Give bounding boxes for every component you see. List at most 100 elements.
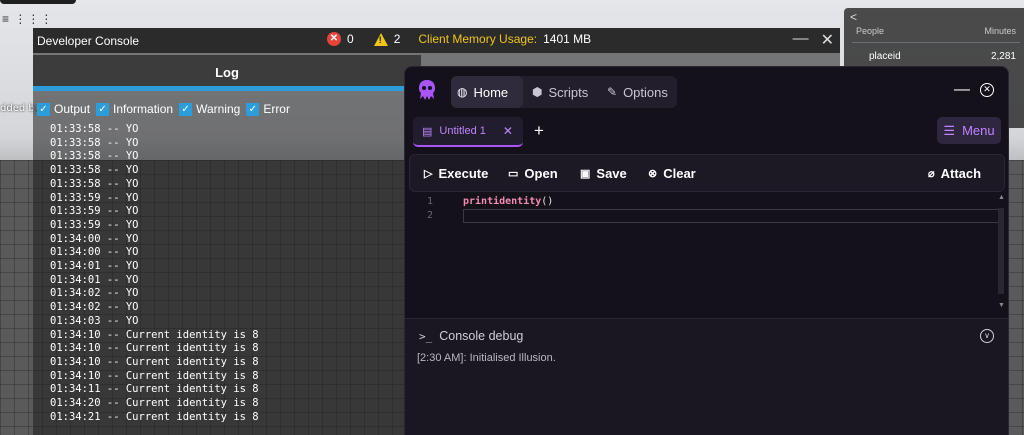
- dev-console-title: Developer Console: [37, 34, 140, 48]
- clear-button[interactable]: ⊗ Clear: [648, 155, 696, 191]
- log-line: 01:34:21 -- Current identity is 8: [50, 410, 259, 423]
- folder-icon: ▭: [508, 167, 519, 180]
- checkbox-checked-icon[interactable]: ✓: [246, 102, 260, 116]
- execute-label: Execute: [438, 165, 489, 181]
- tab-untitled-1[interactable]: ▤ Untitled 1 ✕: [413, 117, 523, 147]
- save-button[interactable]: ▣ Save: [580, 155, 627, 191]
- executor-toolbar: ▷ Execute ▭ Open ▣ Save ⊗ Clear ⌀ Attach: [409, 154, 1005, 192]
- terminal-icon: >_: [419, 329, 433, 343]
- log-line: 01:33:59 -- YO: [50, 191, 139, 204]
- player-list-header-minutes: Minutes: [984, 26, 1016, 36]
- editor-scrollbar[interactable]: ▲ ▼: [997, 194, 1005, 312]
- filter-label: Output: [54, 102, 91, 116]
- log-line: 01:34:10 -- Current identity is 8: [50, 369, 259, 382]
- line-number: 1: [427, 196, 434, 207]
- scrollbar-thumb[interactable]: [998, 208, 1004, 294]
- log-line: 01:33:58 -- YO: [50, 164, 139, 177]
- globe-icon: ◍: [457, 85, 468, 99]
- player-list-collapse-icon[interactable]: <: [850, 10, 857, 24]
- play-icon: ▷: [424, 167, 433, 180]
- log-line: 01:33:58 -- YO: [50, 177, 139, 190]
- current-line-highlight: [463, 209, 999, 223]
- log-output[interactable]: 01:33:58 -- YO 01:33:58 -- YO 01:33:58 -- …: [50, 123, 259, 424]
- line-numbers: 1 2: [427, 195, 433, 223]
- log-line: 01:34:20 -- Current identity is 8: [50, 397, 259, 410]
- log-line: 01:33:59 -- YO: [50, 205, 139, 218]
- executor-nav: ◍ Home ⬢ Scripts ✎ Options: [451, 76, 677, 108]
- execute-button[interactable]: ▷ Execute: [424, 155, 488, 191]
- save-label: Save: [596, 165, 627, 181]
- cube-icon: ⬢: [532, 85, 543, 99]
- code-editor[interactable]: 1 2 printidentity() ▲ ▼: [409, 194, 1005, 314]
- roblox-top-menu[interactable]: ≡ ⋮⋮⋮: [2, 12, 53, 26]
- save-icon: ▣: [580, 167, 591, 180]
- code-content[interactable]: printidentity(): [463, 195, 553, 209]
- filter-output[interactable]: ✓ Output: [37, 102, 90, 116]
- filter-label: Information: [113, 102, 174, 116]
- error-icon: ✕: [327, 32, 341, 46]
- attach-button[interactable]: ⌀ Attach: [928, 155, 981, 191]
- nav-home[interactable]: ◍ Home: [451, 76, 523, 108]
- chevron-down-icon[interactable]: ∨: [980, 329, 994, 343]
- log-line: 01:34:10 -- Current identity is 8: [50, 328, 259, 341]
- player-row[interactable]: placeid 2,281: [869, 51, 1016, 62]
- log-line: 01:34:00 -- YO: [50, 246, 139, 259]
- tab-log-underline: [33, 86, 421, 91]
- nav-scripts[interactable]: ⬢ Scripts: [526, 76, 594, 108]
- player-list-header: People Minutes: [856, 26, 1016, 36]
- checkbox-checked-icon[interactable]: ✓: [179, 102, 193, 116]
- executor-window-controls: — ✕: [954, 81, 994, 99]
- log-line: 01:34:01 -- YO: [50, 260, 139, 273]
- log-filters: ✓ Output ✓ Information ✓ Warning ✓ Error: [37, 102, 290, 116]
- filter-error[interactable]: ✓ Error: [246, 102, 290, 116]
- close-tab-icon[interactable]: ✕: [503, 124, 513, 138]
- memory-value: 1401 MB: [543, 32, 592, 46]
- log-line: 01:33:58 -- YO: [50, 136, 139, 149]
- log-line: 01:34:02 -- YO: [50, 287, 139, 300]
- illusion-logo-icon: [419, 80, 435, 100]
- open-label: Open: [524, 165, 558, 181]
- memory-label: Client Memory Usage:: [418, 32, 538, 46]
- filter-warning[interactable]: ✓ Warning: [179, 102, 240, 116]
- minimize-icon[interactable]: —: [793, 30, 809, 50]
- open-button[interactable]: ▭ Open: [508, 155, 558, 191]
- nav-home-label: Home: [473, 84, 509, 100]
- nav-scripts-label: Scripts: [548, 84, 589, 100]
- dev-console-status: ✕ 0 ! 2 Client Memory Usage: 1401 MB: [327, 32, 591, 46]
- log-line: 01:34:00 -- YO: [50, 232, 139, 245]
- scroll-down-icon[interactable]: ▼: [998, 302, 1005, 309]
- nav-options-label: Options: [623, 84, 668, 100]
- clear-label: Clear: [663, 165, 696, 181]
- checkbox-checked-icon[interactable]: ✓: [96, 102, 110, 116]
- log-line: 01:34:03 -- YO: [50, 314, 139, 327]
- player-list-divider: [852, 42, 1020, 43]
- log-line: 01:33:58 -- YO: [50, 150, 139, 163]
- menu-label: Menu: [962, 123, 995, 138]
- code-parens: (): [541, 196, 554, 207]
- player-minutes: 2,281: [990, 51, 1016, 62]
- filter-label: Error: [263, 102, 290, 116]
- checkbox-checked-icon[interactable]: ✓: [37, 102, 50, 116]
- log-line: 01:34:10 -- Current identity is 8: [50, 342, 259, 355]
- console-debug-header[interactable]: >_ Console debug: [419, 329, 523, 343]
- wrench-icon: ✎: [607, 85, 618, 99]
- hamburger-icon: ☰: [943, 122, 956, 138]
- close-icon[interactable]: ✕: [821, 30, 834, 50]
- filter-information[interactable]: ✓ Information: [96, 102, 173, 116]
- paperclip-icon: ⌀: [928, 167, 935, 180]
- dev-console-titlebar[interactable]: Developer Console ✕ 0 ! 2 Client Memory …: [33, 28, 840, 53]
- close-icon[interactable]: ✕: [980, 83, 994, 97]
- menu-button[interactable]: ☰ Menu: [937, 117, 1001, 144]
- log-line: 01:34:01 -- YO: [50, 273, 139, 286]
- console-message: [2:30 AM]: Initialised Illusion.: [417, 352, 556, 364]
- filter-label: Warning: [196, 102, 241, 116]
- scroll-up-icon[interactable]: ▲: [998, 194, 1005, 201]
- add-tab-icon[interactable]: +: [534, 121, 544, 141]
- line-number: 2: [427, 210, 434, 221]
- log-line: 01:34:11 -- Current identity is 8: [50, 383, 259, 396]
- minimize-icon[interactable]: —: [954, 81, 970, 99]
- roblox-menu-button[interactable]: [0, 0, 76, 4]
- nav-options[interactable]: ✎ Options: [601, 76, 674, 108]
- player-list-header-people: People: [856, 26, 885, 36]
- warning-icon: !: [373, 32, 388, 46]
